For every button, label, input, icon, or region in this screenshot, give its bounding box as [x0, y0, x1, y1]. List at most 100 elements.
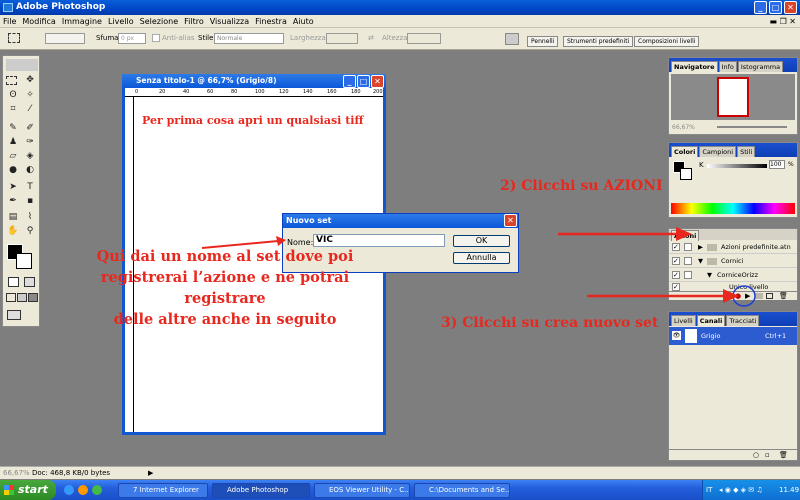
- delete-channel-icon[interactable]: 🗑: [779, 451, 788, 459]
- blur-icon[interactable]: ●: [6, 164, 20, 176]
- imageready-icon[interactable]: [7, 310, 21, 320]
- eyedropper-icon[interactable]: ⌇: [23, 211, 37, 223]
- collapse-arrow-icon[interactable]: ▼: [698, 255, 703, 267]
- lasso-icon[interactable]: ʘ: [6, 89, 20, 101]
- crop-icon[interactable]: ⌗: [6, 103, 20, 115]
- slice-icon[interactable]: ⁄: [23, 103, 37, 115]
- navigator-view-box[interactable]: [717, 77, 749, 117]
- action-dialog-toggle[interactable]: [684, 257, 692, 265]
- marquee-tool-icon[interactable]: [8, 33, 20, 43]
- navigator-zoom[interactable]: 66,67%: [672, 124, 695, 131]
- dodge-icon[interactable]: ◐: [23, 164, 37, 176]
- action-row[interactable]: ✓ ▼ CorniceOrizz: [669, 269, 797, 282]
- quicklaunch-icon[interactable]: [78, 485, 88, 495]
- tray-icons[interactable]: ◂ ◉ ◆ ◈ ✉ ♫: [719, 480, 763, 500]
- screen-mode-2-icon[interactable]: [17, 293, 27, 302]
- action-toggle-checkbox[interactable]: ✓: [672, 271, 680, 279]
- start-button[interactable]: start: [0, 480, 56, 500]
- menu-finestra[interactable]: Finestra: [252, 15, 290, 28]
- shape-icon[interactable]: ▪: [23, 195, 37, 207]
- quickmask-mode-icon[interactable]: [24, 277, 35, 287]
- status-menu-arrow-icon[interactable]: ▶: [148, 467, 153, 479]
- minimize-button[interactable]: _: [754, 1, 767, 14]
- menu-livello[interactable]: Livello: [105, 15, 137, 28]
- trash-icon[interactable]: 🗑: [779, 292, 788, 300]
- language-indicator[interactable]: IT: [706, 480, 712, 500]
- background-color-swatch[interactable]: [16, 253, 32, 269]
- task-eos-viewer[interactable]: EOS Viewer Utility - C...: [314, 483, 410, 498]
- menu-modifica[interactable]: Modifica: [19, 15, 58, 28]
- expand-arrow-icon[interactable]: ▶: [698, 241, 703, 253]
- bucket-icon[interactable]: ◈: [23, 150, 37, 162]
- antialias-checkbox[interactable]: [152, 34, 160, 42]
- task-explorer-folder[interactable]: C:\Documents and Se...: [414, 483, 510, 498]
- hand-icon[interactable]: ✋: [6, 225, 20, 237]
- magic-wand-icon[interactable]: ✧: [23, 89, 37, 101]
- brush-icon[interactable]: ✐: [23, 122, 37, 134]
- dialog-cancel-button[interactable]: Annulla: [453, 252, 510, 264]
- healing-brush-icon[interactable]: ✎: [6, 122, 20, 134]
- zoom-icon[interactable]: ⚲: [23, 225, 37, 237]
- doc-close-icon[interactable]: ▬ ❐ ✕: [765, 15, 800, 28]
- channel-row[interactable]: 👁 Grigio Ctrl+1: [669, 327, 797, 345]
- action-dialog-toggle[interactable]: [684, 243, 692, 251]
- sfuma-input[interactable]: 0 px: [118, 33, 146, 44]
- standard-mode-icon[interactable]: [8, 277, 19, 287]
- tab-istogramma[interactable]: Istogramma: [737, 61, 784, 72]
- clock[interactable]: 11.49: [779, 480, 799, 500]
- menu-aiuto[interactable]: Aiuto: [290, 15, 317, 28]
- action-toggle-checkbox[interactable]: ✓: [672, 243, 680, 251]
- visibility-eye-icon[interactable]: 👁: [672, 331, 681, 340]
- tab-campioni[interactable]: Campioni: [699, 146, 737, 157]
- pen-icon[interactable]: ✒: [6, 195, 20, 207]
- doc-minimize-button[interactable]: _: [343, 75, 356, 88]
- screen-mode-3-icon[interactable]: [28, 293, 38, 302]
- selection-mode-icons[interactable]: [45, 33, 85, 44]
- quicklaunch-icon[interactable]: [92, 485, 102, 495]
- action-set-row[interactable]: ✓ ▼ Cornici: [669, 255, 797, 268]
- menu-file[interactable]: File: [0, 15, 19, 28]
- new-channel-icon[interactable]: ▫: [765, 451, 770, 459]
- action-dialog-toggle[interactable]: [684, 271, 692, 279]
- colors-k-slider[interactable]: [707, 164, 767, 168]
- screen-mode-1-icon[interactable]: [6, 293, 16, 302]
- tab-livelli[interactable]: Livelli: [671, 315, 696, 326]
- file-browser-icon[interactable]: [505, 33, 519, 45]
- doc-maximize-button[interactable]: □: [357, 75, 370, 88]
- marquee-icon[interactable]: [6, 76, 17, 85]
- action-toggle-checkbox[interactable]: ✓: [672, 257, 680, 265]
- type-icon[interactable]: T: [23, 181, 37, 193]
- stamp-icon[interactable]: ♟: [6, 136, 20, 148]
- swap-icon[interactable]: ⇄: [368, 34, 374, 42]
- stile-select[interactable]: Normale: [214, 33, 284, 44]
- status-zoom[interactable]: 66,67%: [3, 467, 30, 479]
- menu-immagine[interactable]: Immagine: [59, 15, 105, 28]
- doc-close-button[interactable]: ✕: [371, 75, 384, 88]
- eraser-icon[interactable]: ▱: [6, 150, 20, 162]
- dialog-close-button[interactable]: ✕: [504, 214, 517, 227]
- tab-canali[interactable]: Canali: [696, 315, 726, 326]
- menu-filtro[interactable]: Filtro: [181, 15, 207, 28]
- tab-tracciati[interactable]: Tracciati: [726, 315, 760, 326]
- task-adobe-photoshop[interactable]: Adobe Photoshop: [212, 483, 310, 498]
- close-button[interactable]: ✕: [784, 1, 797, 14]
- maximize-button[interactable]: □: [769, 1, 782, 14]
- tab-colori[interactable]: Colori: [671, 146, 699, 157]
- tab-info[interactable]: Info: [718, 61, 737, 72]
- notes-icon[interactable]: ▤: [6, 211, 20, 223]
- quicklaunch-icon[interactable]: [64, 485, 74, 495]
- dialog-ok-button[interactable]: OK: [453, 235, 510, 247]
- create-new-action-icon[interactable]: [766, 293, 773, 299]
- larghezza-input[interactable]: [326, 33, 358, 44]
- tab-stili[interactable]: Stili: [737, 146, 756, 157]
- tab-strumenti-predefiniti[interactable]: Strumenti predefiniti: [563, 36, 634, 47]
- task-internet-explorer[interactable]: 7 Internet Explorer: [118, 483, 208, 498]
- path-select-icon[interactable]: ➤: [6, 181, 20, 193]
- colors-spectrum[interactable]: [671, 203, 795, 214]
- navigator-zoom-slider[interactable]: [717, 126, 787, 128]
- colors-bg-swatch[interactable]: [680, 168, 692, 180]
- load-selection-icon[interactable]: ○: [753, 451, 759, 459]
- tab-navigatore[interactable]: Navigatore: [671, 61, 718, 72]
- tab-composizioni-livelli[interactable]: Composizioni livelli: [634, 36, 700, 47]
- menu-selezione[interactable]: Selezione: [137, 15, 181, 28]
